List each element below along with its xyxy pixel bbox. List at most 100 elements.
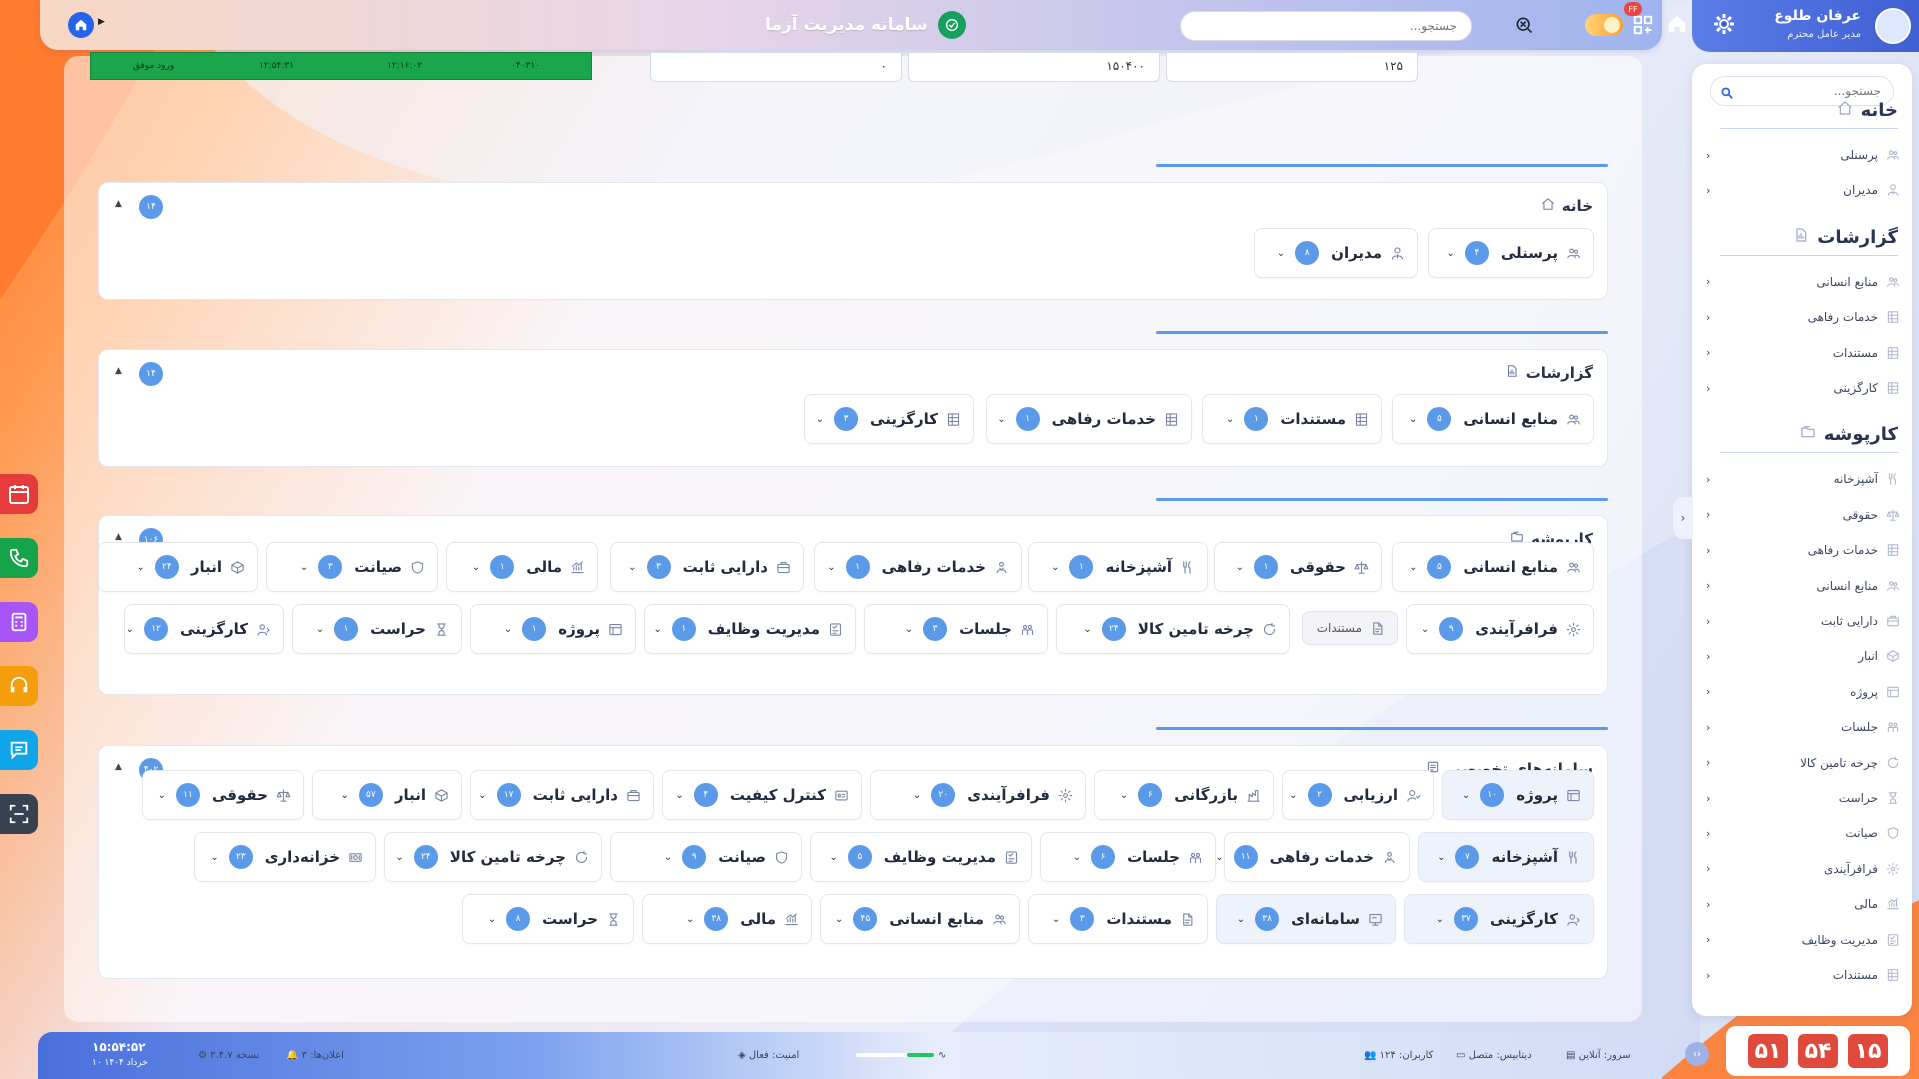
clock-toggle-button[interactable]: ‹› — [1685, 1042, 1709, 1066]
sidebar-item[interactable]: مدیران ‹ — [1706, 177, 1900, 203]
search-input[interactable] — [1180, 11, 1472, 41]
chevron-down-icon[interactable]: ⌄ — [316, 624, 324, 635]
home-icon[interactable] — [68, 12, 94, 38]
sidebar-item[interactable]: پروژه ‹ — [1706, 679, 1900, 705]
module-chip[interactable]: خدمات رفاهی ۱ ⌄ — [814, 542, 1022, 592]
chevron-down-icon[interactable]: ⌄ — [816, 414, 824, 425]
chevron-down-icon[interactable]: ⌄ — [300, 562, 308, 573]
home-icon[interactable] — [1664, 11, 1690, 37]
notifications-label[interactable]: اعلان‌ها: ۳ 🔔 — [286, 1050, 344, 1061]
chevron-down-icon[interactable]: ⌄ — [1409, 414, 1417, 425]
sidebar-item[interactable]: انبار ‹ — [1706, 643, 1900, 669]
calendar-icon[interactable] — [0, 474, 38, 514]
chevron-down-icon[interactable]: ⌄ — [664, 852, 672, 863]
sidebar-item[interactable]: آشپزخانه ‹ — [1706, 466, 1900, 492]
scan-icon[interactable] — [0, 794, 38, 834]
chevron-down-icon[interactable]: ⌄ — [136, 562, 144, 573]
chevron-down-icon[interactable]: ⌄ — [653, 624, 661, 635]
chevron-down-icon[interactable]: ⌄ — [488, 914, 496, 925]
module-chip[interactable]: جلسات ۶ ⌄ — [1040, 832, 1216, 882]
module-chip[interactable]: آشپزخانه ۷ ⌄ — [1418, 832, 1594, 882]
chevron-down-icon[interactable]: ⌄ — [1289, 790, 1297, 801]
calculator-icon[interactable] — [0, 602, 38, 642]
module-chip[interactable]: پروژه ۱۰ ⌄ — [1442, 770, 1594, 820]
module-chip[interactable]: مالی ۱ ⌄ — [446, 542, 598, 592]
chevron-down-icon[interactable]: ⌄ — [395, 852, 403, 863]
sidebar-item[interactable]: فرافرآیندی ‹ — [1706, 856, 1900, 882]
module-chip[interactable]: حراست ۱ ⌄ — [292, 604, 462, 654]
sidebar-item[interactable]: جلسات ‹ — [1706, 714, 1900, 740]
module-chip[interactable]: کارگزینی ۱۲ ⌄ — [124, 604, 284, 654]
module-chip[interactable]: صیانت ۳ ⌄ — [266, 542, 438, 592]
chevron-down-icon[interactable]: ⌄ — [1120, 790, 1128, 801]
module-chip[interactable]: مستندات ۳ ⌄ — [1028, 894, 1208, 944]
module-chip[interactable]: حقوقی ۱۱ ⌄ — [142, 770, 304, 820]
module-chip[interactable]: بازرگانی ۶ ⌄ — [1094, 770, 1274, 820]
chevron-down-icon[interactable]: ⌄ — [1051, 562, 1059, 573]
chevron-down-icon[interactable]: ⌄ — [913, 790, 921, 801]
chevron-down-icon[interactable]: ⌄ — [126, 624, 134, 635]
sidebar-item[interactable]: مالی ‹ — [1706, 891, 1900, 917]
sidebar-item[interactable]: کارگزینی ‹ — [1706, 375, 1900, 401]
module-chip[interactable]: چرخه تامین کالا ۲۴ ⌄ — [384, 832, 602, 882]
close-search-icon[interactable] — [1511, 12, 1537, 38]
sidebar-item[interactable]: مدیریت وظایف ‹ — [1706, 927, 1900, 953]
module-chip[interactable]: سامانه‌ای ۳۸ ⌄ — [1216, 894, 1396, 944]
sidebar-item[interactable]: مستندات ‹ — [1706, 340, 1900, 366]
chevron-down-icon[interactable]: ⌄ — [1437, 852, 1445, 863]
module-chip[interactable]: انبار ۵۷ ⌄ — [312, 770, 462, 820]
avatar[interactable] — [1875, 8, 1911, 44]
module-chip[interactable]: خدمات رفاهی ۱ ⌄ — [986, 394, 1192, 444]
module-chip[interactable]: مستندات ۱ ⌄ — [1202, 394, 1382, 444]
chevron-down-icon[interactable]: ⌄ — [1462, 790, 1470, 801]
module-chip[interactable]: مدیریت وظایف ۵ ⌄ — [810, 832, 1032, 882]
module-chip[interactable]: خزانه‌داری ۲۳ ⌄ — [194, 832, 376, 882]
phone-icon[interactable] — [0, 538, 38, 578]
module-chip[interactable]: چرخه تامین کالا ۲۴ ⌄ — [1056, 604, 1290, 654]
module-chip[interactable]: کنترل کیفیت ۴ ⌄ — [662, 770, 862, 820]
module-chip[interactable]: مستندات — [1302, 611, 1398, 645]
chevron-up-icon[interactable]: ▲ — [115, 532, 122, 542]
chevron-down-icon[interactable]: ⌄ — [1237, 914, 1245, 925]
chevron-down-icon[interactable]: ⌄ — [1052, 914, 1060, 925]
module-chip[interactable]: حقوقی ۱ ⌄ — [1214, 542, 1382, 592]
module-chip[interactable]: حراست ۸ ⌄ — [462, 894, 634, 944]
module-chip[interactable]: دارایی ثابت ۳ ⌄ — [610, 542, 804, 592]
sidebar-item[interactable]: حراست ‹ — [1706, 785, 1900, 811]
chevron-down-icon[interactable]: ⌄ — [1421, 624, 1429, 635]
chevron-down-icon[interactable]: ⌄ — [1073, 852, 1081, 863]
sidebar-item[interactable]: صیانت ‹ — [1706, 820, 1900, 846]
chevron-down-icon[interactable]: ⌄ — [1277, 248, 1285, 259]
module-chip[interactable]: منابع انسانی ۴۵ ⌄ — [820, 894, 1020, 944]
chevron-down-icon[interactable]: ⌄ — [158, 790, 166, 801]
module-chip[interactable]: فرافرآیندی ۲۰ ⌄ — [870, 770, 1086, 820]
sidebar-section-title[interactable]: گزارشات — [1793, 227, 1898, 248]
chevron-down-icon[interactable]: ⌄ — [686, 914, 694, 925]
chevron-down-icon[interactable]: ⌄ — [675, 790, 683, 801]
sidebar-item[interactable]: منابع انسانی ‹ — [1706, 573, 1900, 599]
sidebar-item[interactable]: دارایی ثابت ‹ — [1706, 608, 1900, 634]
chevron-down-icon[interactable]: ⌄ — [478, 790, 486, 801]
module-chip[interactable]: فرافرآیندی ۹ ⌄ — [1406, 604, 1594, 654]
chevron-down-icon[interactable]: ⌄ — [472, 562, 480, 573]
module-chip[interactable]: پروژه ۱ ⌄ — [470, 604, 636, 654]
module-chip[interactable]: منابع انسانی ۵ ⌄ — [1392, 394, 1594, 444]
chevron-down-icon[interactable]: ⌄ — [210, 852, 218, 863]
expand-arrow-icon[interactable]: ▶ — [98, 17, 105, 27]
chevron-down-icon[interactable]: ⌄ — [827, 562, 835, 573]
module-chip[interactable]: خدمات رفاهی ۱۱ ⌄ — [1215, 832, 1410, 882]
chevron-down-icon[interactable]: ⌄ — [504, 624, 512, 635]
module-chip[interactable]: کارگزینی ۳۷ ⌄ — [1404, 894, 1594, 944]
module-chip[interactable]: ارزیابی ۲ ⌄ — [1282, 770, 1434, 820]
chevron-down-icon[interactable]: ⌄ — [1236, 562, 1244, 573]
user-profile[interactable]: عرفان طلوع مدیر عامل محترم — [1692, 0, 1919, 52]
module-chip[interactable]: مالی ۳۸ ⌄ — [642, 894, 812, 944]
module-chip[interactable]: صیانت ۹ ⌄ — [610, 832, 802, 882]
chevron-up-icon[interactable]: ▲ — [115, 762, 122, 772]
sidebar-section-title[interactable]: کارپوشه — [1800, 424, 1898, 445]
support-headset-icon[interactable] — [0, 666, 38, 706]
chevron-down-icon[interactable]: ⌄ — [997, 414, 1005, 425]
sidebar-item[interactable]: منابع انسانی ‹ — [1706, 269, 1900, 295]
module-chip[interactable]: مدیریت وظایف ۱ ⌄ — [644, 604, 856, 654]
chevron-down-icon[interactable]: ⌄ — [1409, 562, 1417, 573]
